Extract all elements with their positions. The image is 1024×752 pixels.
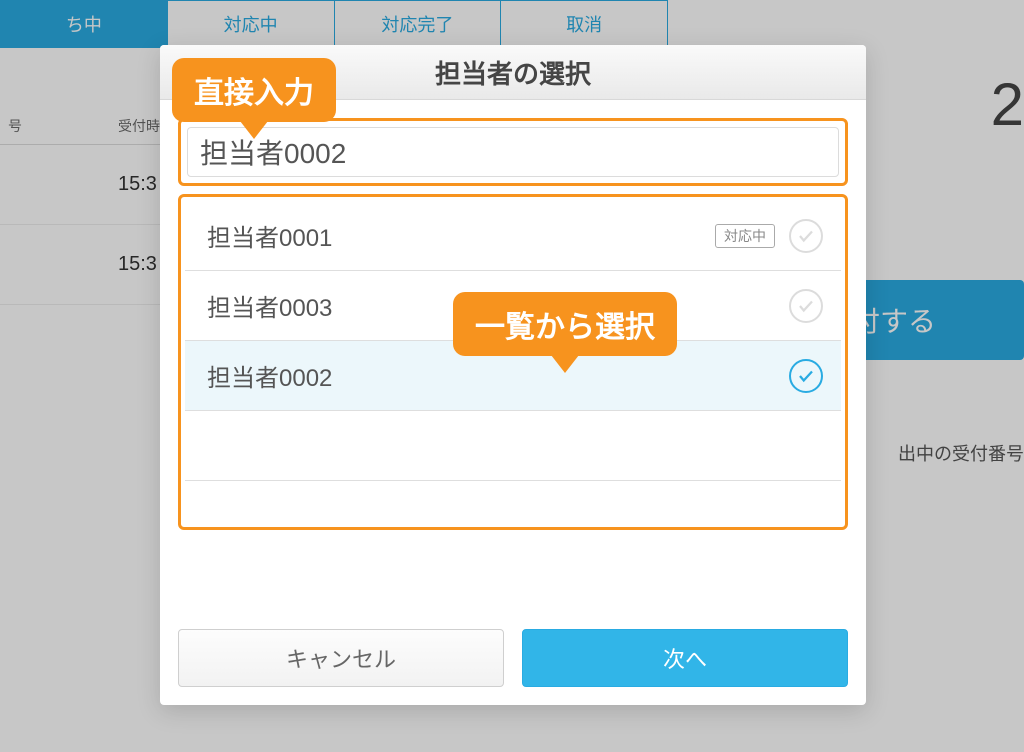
- callout-list-select: 一覧から選択: [453, 292, 677, 356]
- list-item[interactable]: 担当者0001 対応中: [185, 201, 841, 271]
- callout-label: 一覧から選択: [475, 311, 655, 344]
- assignee-list-highlight: 担当者0001 対応中 担当者0003 担当者0002: [178, 194, 848, 530]
- check-icon: [789, 219, 823, 253]
- assignee-list: 担当者0001 対応中 担当者0003 担当者0002: [185, 201, 841, 523]
- assignee-select-dialog: 担当者の選択 担当者0001 対応中 担当者0003 担当者0002: [160, 45, 866, 705]
- cancel-button[interactable]: キャンセル: [178, 629, 504, 687]
- check-icon: [789, 359, 823, 393]
- assignee-name: 担当者0002: [207, 358, 789, 393]
- callout-tail-icon: [551, 355, 579, 373]
- assignee-name-input[interactable]: [187, 127, 839, 177]
- next-button[interactable]: 次へ: [522, 629, 848, 687]
- callout-tail-icon: [240, 121, 268, 139]
- assignee-name: 担当者0001: [207, 218, 715, 253]
- direct-input-highlight: [178, 118, 848, 186]
- callout-direct-input: 直接入力: [172, 58, 336, 122]
- callout-label: 直接入力: [194, 77, 314, 110]
- dialog-actions: キャンセル 次へ: [178, 629, 848, 687]
- status-badge: 対応中: [715, 224, 775, 248]
- list-item-empty: [185, 411, 841, 481]
- check-icon: [789, 289, 823, 323]
